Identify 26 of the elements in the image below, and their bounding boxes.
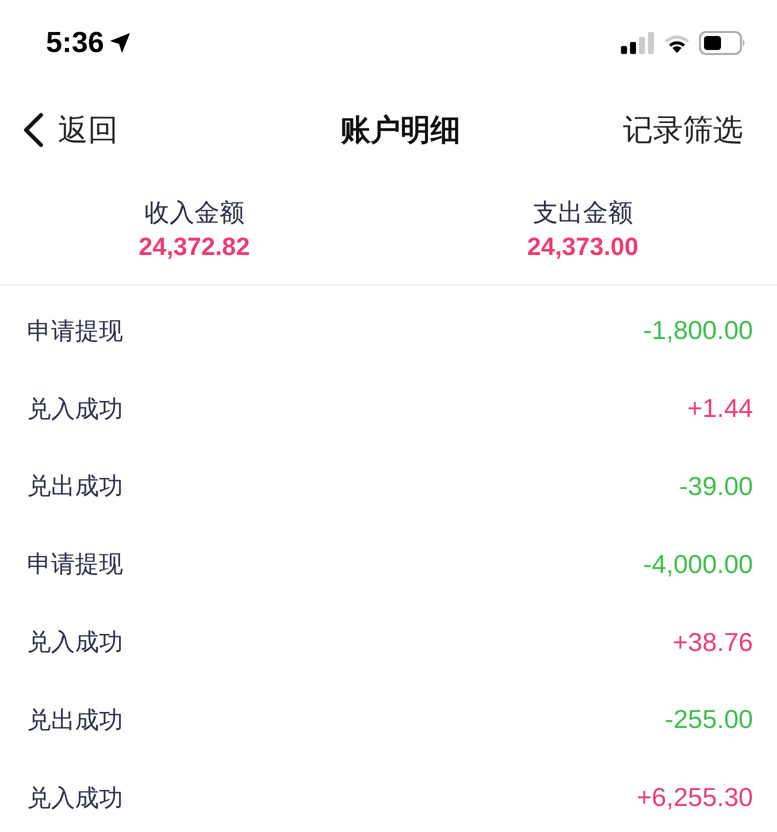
filter-button[interactable]: 记录筛选 [623, 110, 743, 150]
record-amount: -1,800.00 [643, 315, 753, 346]
record-amount: +38.76 [672, 626, 753, 658]
signal-icon [621, 32, 655, 54]
record-amount: -4,000.00 [643, 548, 753, 580]
status-time: 5:36 [46, 26, 104, 60]
record-name: 申请提现 [27, 316, 123, 347]
record-amount: -39.00 [679, 470, 753, 502]
record-amount: -255.00 [664, 704, 753, 736]
record-amount: +6,255.30 [636, 782, 753, 814]
chevron-left-icon [22, 112, 44, 148]
record-name: 兑入成功 [27, 782, 123, 814]
summary-amount: 24,373.00 [527, 233, 638, 262]
record-name: 申请提现 [27, 549, 123, 580]
page-title: 账户明细 [340, 112, 460, 150]
back-button[interactable]: 返回 [22, 110, 118, 150]
record-amount: +1.44 [687, 393, 753, 424]
battery-icon [699, 31, 747, 55]
summary-label: 收入金额 [144, 197, 244, 229]
record-name: 兑入成功 [27, 627, 123, 658]
location-arrow-icon [108, 31, 132, 55]
summary-amount: 24,372.82 [138, 233, 250, 262]
record-name: 兑入成功 [27, 394, 123, 425]
record-name: 兑出成功 [27, 704, 123, 736]
record-name: 兑出成功 [27, 471, 123, 502]
summary-label: 支出金额 [532, 197, 633, 229]
